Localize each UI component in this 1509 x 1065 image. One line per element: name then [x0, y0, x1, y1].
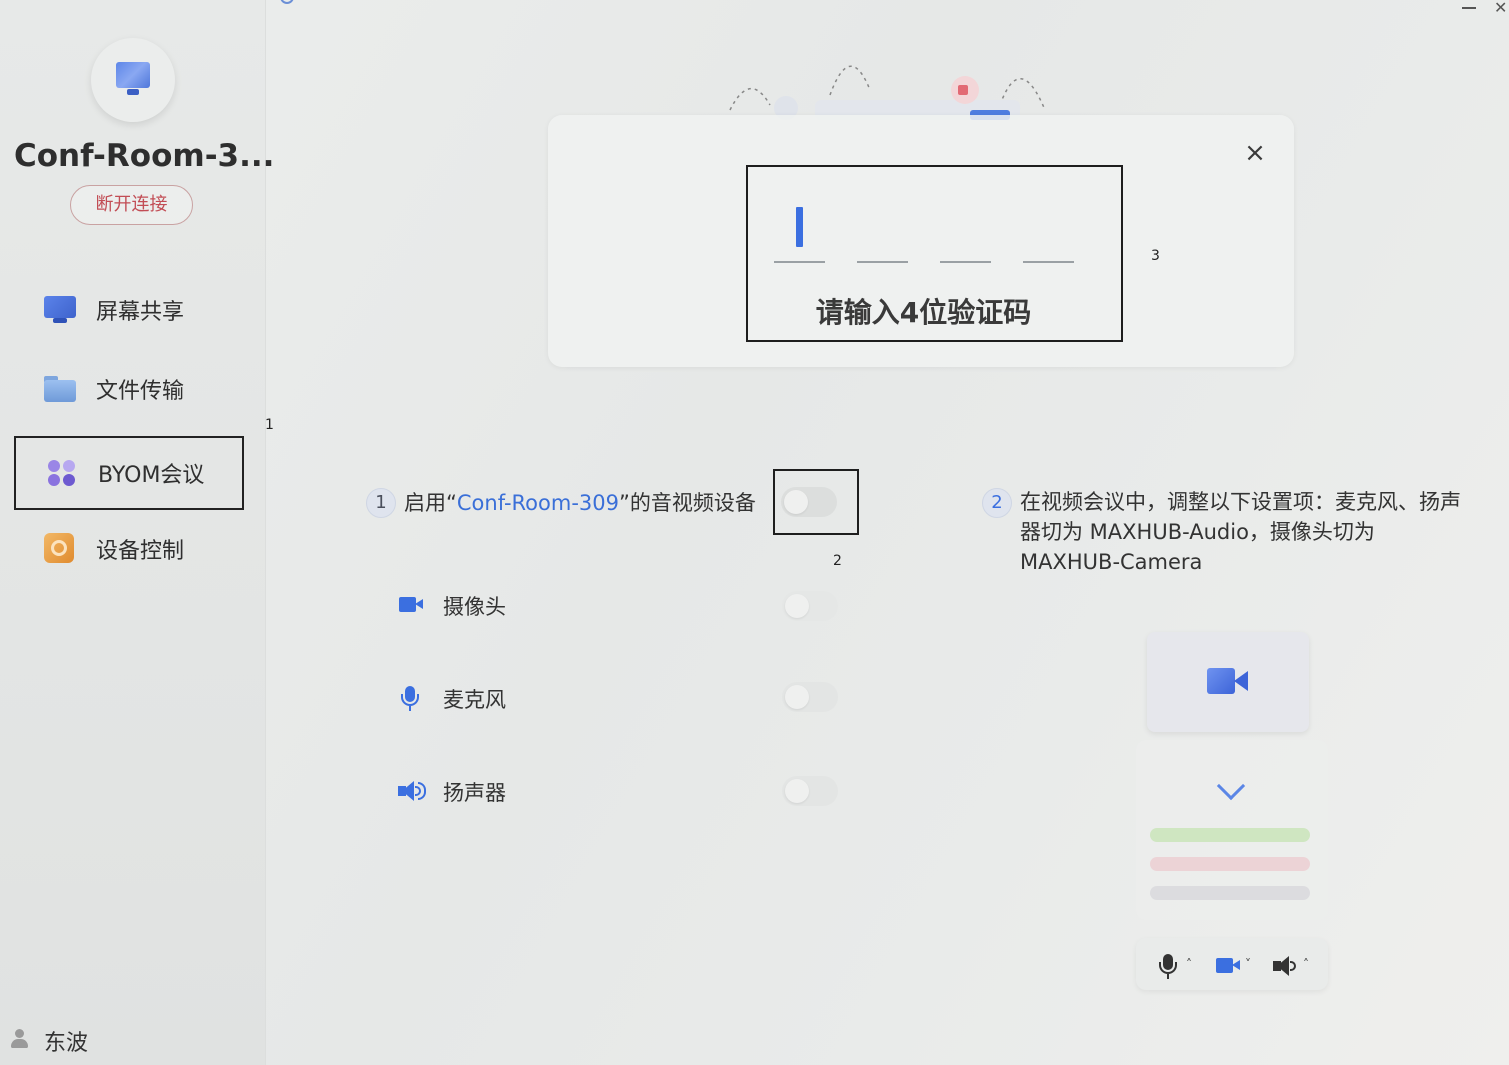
illustration-line: [1150, 886, 1310, 900]
step-1-text: 启用“Conf-Room-309”的音视频设备: [404, 491, 756, 515]
verification-code-input[interactable]: 请输入4位验证码: [746, 165, 1123, 342]
code-digit-1[interactable]: [774, 261, 825, 263]
sidebar-item-byom[interactable]: BYOM会议: [14, 436, 244, 510]
sidebar-item-screen-share[interactable]: 屏幕共享: [14, 280, 244, 340]
illustration-line: [1150, 857, 1310, 871]
window-close-icon[interactable]: ✕: [1494, 0, 1507, 17]
screen-share-icon: [44, 294, 76, 326]
device-name: Conf-Room-3...: [14, 138, 275, 174]
microphone-icon: [1154, 954, 1180, 979]
step-1-badge: 1: [366, 488, 396, 518]
code-digit-2[interactable]: [857, 261, 908, 263]
speaker-row: 扬声器: [396, 773, 846, 813]
text-cursor: [796, 207, 803, 247]
camera-preview-illustration: [1147, 632, 1309, 732]
microphone-row: 麦克风: [396, 680, 846, 720]
sidebar-item-label: BYOM会议: [98, 463, 205, 488]
minimize-icon[interactable]: [1460, 0, 1478, 14]
close-icon[interactable]: ×: [1242, 140, 1268, 166]
step-2-badge: 2: [982, 488, 1012, 518]
code-digit-3[interactable]: [940, 261, 991, 263]
sidebar-item-label: 屏幕共享: [96, 300, 185, 325]
chevron-up-icon: ˄: [1303, 957, 1309, 971]
code-digit-4[interactable]: [1023, 261, 1074, 263]
device-avatar: [91, 38, 175, 122]
camera-toggle[interactable]: [782, 591, 838, 621]
camera-icon: [396, 593, 426, 619]
user-icon: [10, 1029, 28, 1049]
camera-icon: [1213, 954, 1240, 978]
annotation-number: 1: [265, 417, 274, 433]
enable-av-toggle[interactable]: [781, 487, 837, 517]
sidebar-item-label: 文件传输: [96, 379, 185, 404]
step-2-text: 在视频会议中，调整以下设置项：麦克风、扬声器切为 MAXHUB-Audio，摄像…: [1020, 490, 1461, 574]
chevron-up-icon: ˄: [1186, 957, 1192, 971]
chevron-down-icon: ˅: [1245, 957, 1251, 971]
user-name: 东波: [44, 1031, 89, 1056]
arrow-down-icon: [1216, 762, 1252, 801]
speaker-toggle[interactable]: [782, 776, 838, 806]
camera-row: 摄像头: [396, 587, 846, 627]
microphone-toggle[interactable]: [782, 682, 838, 712]
camera-label: 摄像头: [443, 595, 506, 619]
annotation-number: 2: [833, 553, 842, 569]
sidebar: Conf-Room-3... 断开连接 屏幕共享 文件传输 BYOM会议 设备控…: [0, 0, 275, 1065]
window-indicator: [280, 0, 294, 4]
speaker-label: 扬声器: [443, 781, 506, 805]
illustration-line: [1150, 828, 1310, 842]
sidebar-item-device-control[interactable]: 设备控制: [14, 519, 244, 579]
speaker-icon: [396, 779, 426, 805]
sidebar-item-label: 设备控制: [96, 539, 185, 564]
disconnect-button[interactable]: 断开连接: [70, 185, 193, 225]
video-camera-icon: [1207, 665, 1249, 697]
annotation-number: 3: [1151, 248, 1160, 264]
microphone-label: 麦克风: [443, 688, 506, 712]
room-name: Conf-Room-309: [456, 491, 619, 515]
sidebar-item-file-transfer[interactable]: 文件传输: [14, 359, 244, 419]
byom-icon: [46, 457, 78, 489]
microphone-icon: [396, 686, 426, 712]
speaker-icon: [1271, 954, 1297, 978]
device-control-icon: [44, 533, 76, 565]
folder-icon: [44, 373, 76, 405]
decoration-illustration: [729, 65, 1046, 120]
code-prompt: 请输入4位验证码: [815, 296, 1032, 329]
monitor-icon: [116, 62, 150, 88]
